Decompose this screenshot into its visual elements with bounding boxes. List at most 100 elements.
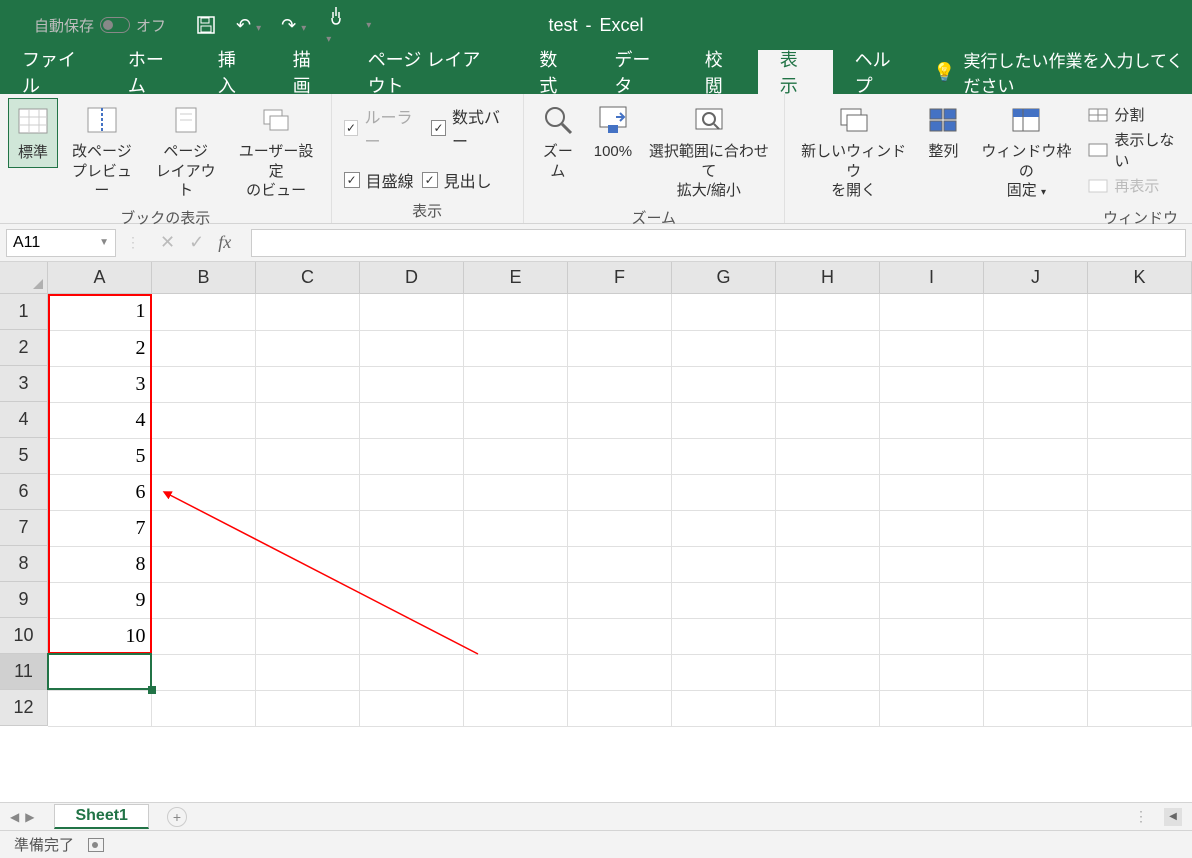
cell-B9[interactable] bbox=[152, 582, 256, 618]
cell-B7[interactable] bbox=[152, 510, 256, 546]
cell-A5[interactable]: 5 bbox=[48, 438, 152, 474]
cell-E11[interactable] bbox=[464, 654, 568, 690]
cell-A12[interactable] bbox=[48, 690, 152, 726]
cell-K8[interactable] bbox=[1088, 546, 1192, 582]
cell-A3[interactable]: 3 bbox=[48, 366, 152, 402]
cell-H8[interactable] bbox=[776, 546, 880, 582]
column-header-A[interactable]: A bbox=[48, 262, 152, 294]
cell-E3[interactable] bbox=[464, 366, 568, 402]
row-header-1[interactable]: 1 bbox=[0, 294, 48, 330]
cell-B5[interactable] bbox=[152, 438, 256, 474]
row-header-3[interactable]: 3 bbox=[0, 366, 48, 402]
column-header-I[interactable]: I bbox=[880, 262, 984, 294]
row-header-8[interactable]: 8 bbox=[0, 546, 48, 582]
cell-C4[interactable] bbox=[256, 402, 360, 438]
zoom-button[interactable]: ズーム bbox=[532, 98, 584, 185]
cell-C1[interactable] bbox=[256, 294, 360, 330]
page-break-preview-button[interactable]: 改ページ プレビュー bbox=[62, 98, 142, 205]
cells-area[interactable]: 12345678910 bbox=[48, 294, 1192, 802]
column-header-G[interactable]: G bbox=[672, 262, 776, 294]
cell-B4[interactable] bbox=[152, 402, 256, 438]
cell-H7[interactable] bbox=[776, 510, 880, 546]
cell-B1[interactable] bbox=[152, 294, 256, 330]
normal-view-button[interactable]: 標準 bbox=[8, 98, 58, 168]
cell-I6[interactable] bbox=[880, 474, 984, 510]
cell-K2[interactable] bbox=[1088, 330, 1192, 366]
gridlines-checkbox[interactable]: 目盛線 bbox=[340, 162, 418, 198]
column-header-D[interactable]: D bbox=[360, 262, 464, 294]
tab-insert[interactable]: 挿入 bbox=[196, 50, 271, 94]
cell-H3[interactable] bbox=[776, 366, 880, 402]
fx-icon[interactable]: fx bbox=[218, 232, 231, 253]
cell-I1[interactable] bbox=[880, 294, 984, 330]
tab-data[interactable]: データ bbox=[592, 50, 682, 94]
cell-E12[interactable] bbox=[464, 690, 568, 726]
cell-D5[interactable] bbox=[360, 438, 464, 474]
row-header-12[interactable]: 12 bbox=[0, 690, 48, 726]
cell-H5[interactable] bbox=[776, 438, 880, 474]
cell-J5[interactable] bbox=[984, 438, 1088, 474]
autosave-switch-icon[interactable] bbox=[100, 17, 130, 33]
cell-B6[interactable] bbox=[152, 474, 256, 510]
cell-K1[interactable] bbox=[1088, 294, 1192, 330]
cell-B11[interactable] bbox=[152, 654, 256, 690]
cell-D11[interactable] bbox=[360, 654, 464, 690]
tab-home[interactable]: ホーム bbox=[106, 50, 196, 94]
cell-H4[interactable] bbox=[776, 402, 880, 438]
tab-page-layout[interactable]: ページ レイアウト bbox=[346, 50, 518, 94]
cell-C9[interactable] bbox=[256, 582, 360, 618]
cell-F2[interactable] bbox=[568, 330, 672, 366]
cell-D2[interactable] bbox=[360, 330, 464, 366]
cell-H1[interactable] bbox=[776, 294, 880, 330]
cell-K7[interactable] bbox=[1088, 510, 1192, 546]
cell-G4[interactable] bbox=[672, 402, 776, 438]
select-all-corner[interactable] bbox=[0, 262, 48, 294]
cell-E8[interactable] bbox=[464, 546, 568, 582]
macro-record-icon[interactable] bbox=[88, 838, 104, 852]
cell-D8[interactable] bbox=[360, 546, 464, 582]
cell-K5[interactable] bbox=[1088, 438, 1192, 474]
cell-J11[interactable] bbox=[984, 654, 1088, 690]
formula-input[interactable] bbox=[251, 229, 1186, 257]
cell-A2[interactable]: 2 bbox=[48, 330, 152, 366]
cell-H12[interactable] bbox=[776, 690, 880, 726]
tab-grip-icon[interactable]: ⋮ bbox=[1134, 808, 1150, 825]
cell-A6[interactable]: 6 bbox=[48, 474, 152, 510]
add-sheet-button[interactable]: + bbox=[167, 807, 187, 827]
cell-C3[interactable] bbox=[256, 366, 360, 402]
cell-H6[interactable] bbox=[776, 474, 880, 510]
cell-G10[interactable] bbox=[672, 618, 776, 654]
cell-K12[interactable] bbox=[1088, 690, 1192, 726]
cell-E7[interactable] bbox=[464, 510, 568, 546]
cell-I12[interactable] bbox=[880, 690, 984, 726]
cell-C11[interactable] bbox=[256, 654, 360, 690]
save-icon[interactable] bbox=[196, 15, 216, 35]
split-button[interactable]: 分割 bbox=[1084, 102, 1184, 127]
cell-D10[interactable] bbox=[360, 618, 464, 654]
tab-help[interactable]: ヘルプ bbox=[833, 50, 923, 94]
cell-D12[interactable] bbox=[360, 690, 464, 726]
cell-G1[interactable] bbox=[672, 294, 776, 330]
cell-D1[interactable] bbox=[360, 294, 464, 330]
cell-K10[interactable] bbox=[1088, 618, 1192, 654]
cell-E6[interactable] bbox=[464, 474, 568, 510]
column-header-E[interactable]: E bbox=[464, 262, 568, 294]
cell-A9[interactable]: 9 bbox=[48, 582, 152, 618]
cell-C7[interactable] bbox=[256, 510, 360, 546]
cell-D7[interactable] bbox=[360, 510, 464, 546]
cell-F7[interactable] bbox=[568, 510, 672, 546]
cell-F8[interactable] bbox=[568, 546, 672, 582]
cell-I5[interactable] bbox=[880, 438, 984, 474]
cell-J6[interactable] bbox=[984, 474, 1088, 510]
cell-H10[interactable] bbox=[776, 618, 880, 654]
cell-G6[interactable] bbox=[672, 474, 776, 510]
cell-G5[interactable] bbox=[672, 438, 776, 474]
cell-H9[interactable] bbox=[776, 582, 880, 618]
cell-I4[interactable] bbox=[880, 402, 984, 438]
tab-file[interactable]: ファイル bbox=[0, 50, 106, 94]
cell-I7[interactable] bbox=[880, 510, 984, 546]
row-header-11[interactable]: 11 bbox=[0, 654, 48, 690]
grip-icon[interactable]: ⋮ bbox=[126, 234, 140, 251]
cell-G3[interactable] bbox=[672, 366, 776, 402]
cell-F10[interactable] bbox=[568, 618, 672, 654]
